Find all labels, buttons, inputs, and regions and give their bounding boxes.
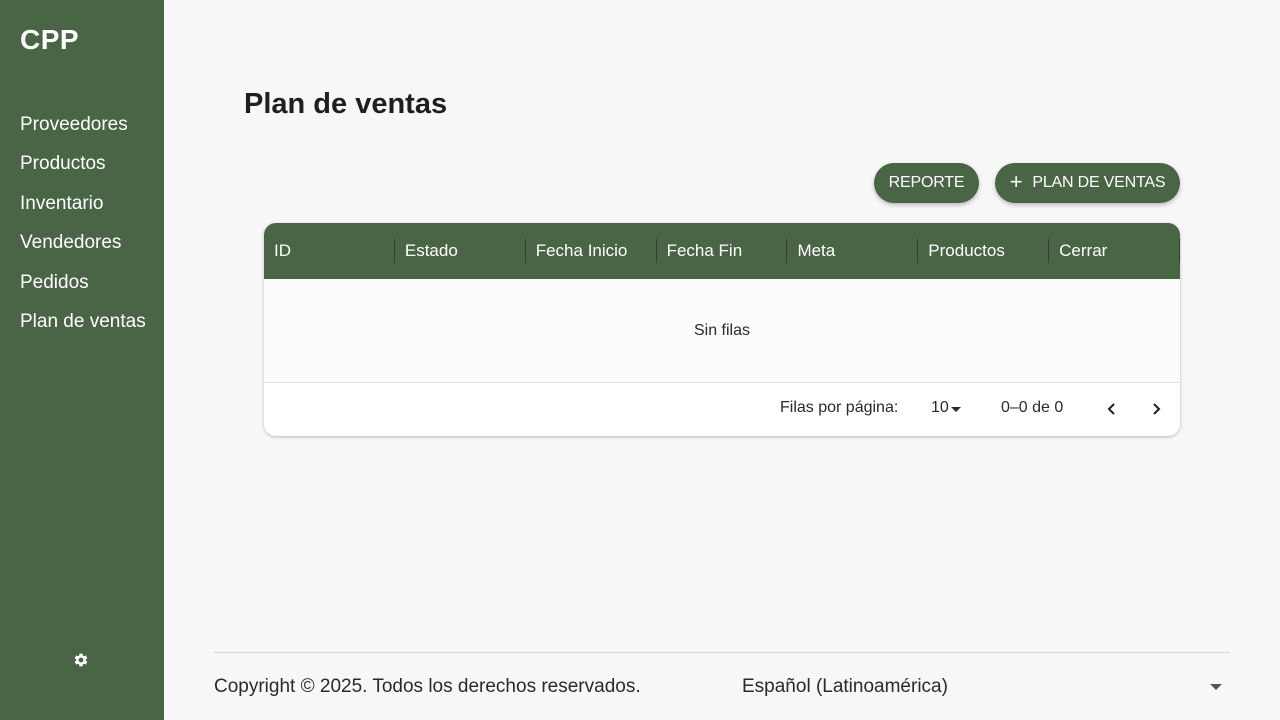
footer-divider (214, 652, 1230, 653)
plus-icon: + (1009, 169, 1023, 194)
column-header-productos[interactable]: Productos (918, 223, 1050, 279)
language-select[interactable]: Español (Latinoamérica) (742, 676, 948, 698)
sidebar-item-vendedores[interactable]: Vendedores (20, 230, 146, 269)
chevron-left-icon (1107, 403, 1115, 415)
main-content: Plan de ventas REPORTE + PLAN DE VENTAS … (164, 0, 1280, 720)
page-title: Plan de ventas (244, 88, 448, 120)
next-page-button[interactable] (1144, 397, 1168, 421)
table-header: ID Estado Fecha Inicio Fecha Fin Meta Pr… (264, 223, 1180, 279)
rows-per-page-value: 10 (931, 399, 949, 416)
add-sales-plan-button[interactable]: + PLAN DE VENTAS (995, 163, 1180, 203)
gear-icon[interactable] (72, 651, 90, 669)
table-pagination: Filas por página: 10 0–0 de 0 (264, 383, 1180, 435)
column-header-id[interactable]: ID (264, 223, 395, 279)
pagination-range: 0–0 de 0 (1001, 399, 1064, 416)
app-logo[interactable]: CPP (20, 24, 79, 56)
sidebar-item-productos[interactable]: Productos (20, 151, 146, 190)
column-header-fecha-inicio[interactable]: Fecha Inicio (526, 223, 657, 279)
column-header-cerrar[interactable]: Cerrar (1049, 223, 1180, 279)
sidebar-item-pedidos[interactable]: Pedidos (20, 270, 146, 309)
column-header-estado[interactable]: Estado (395, 223, 526, 279)
empty-rows-message: Sin filas (264, 279, 1180, 383)
column-header-meta[interactable]: Meta (787, 223, 919, 279)
report-button[interactable]: REPORTE (874, 163, 979, 203)
sidebar-nav: Proveedores Productos Inventario Vendedo… (20, 112, 146, 348)
sidebar-item-plan-de-ventas[interactable]: Plan de ventas (20, 309, 146, 348)
sidebar-item-inventario[interactable]: Inventario (20, 191, 146, 230)
previous-page-button[interactable] (1100, 397, 1124, 421)
rows-per-page-select[interactable]: 10 (931, 399, 961, 417)
caret-down-icon (950, 406, 961, 412)
add-sales-plan-label: PLAN DE VENTAS (1032, 174, 1166, 191)
sidebar-item-proveedores[interactable]: Proveedores (20, 112, 146, 151)
sales-plan-table: ID Estado Fecha Inicio Fecha Fin Meta Pr… (264, 223, 1180, 436)
rows-per-page-label: Filas por página: (780, 399, 899, 416)
column-header-fecha-fin[interactable]: Fecha Fin (657, 223, 788, 279)
chevron-down-icon[interactable] (1210, 684, 1222, 690)
footer-copyright: Copyright © 2025. Todos los derechos res… (214, 676, 641, 697)
chevron-right-icon (1153, 403, 1161, 415)
sidebar: CPP Proveedores Productos Inventario Ven… (0, 0, 164, 720)
